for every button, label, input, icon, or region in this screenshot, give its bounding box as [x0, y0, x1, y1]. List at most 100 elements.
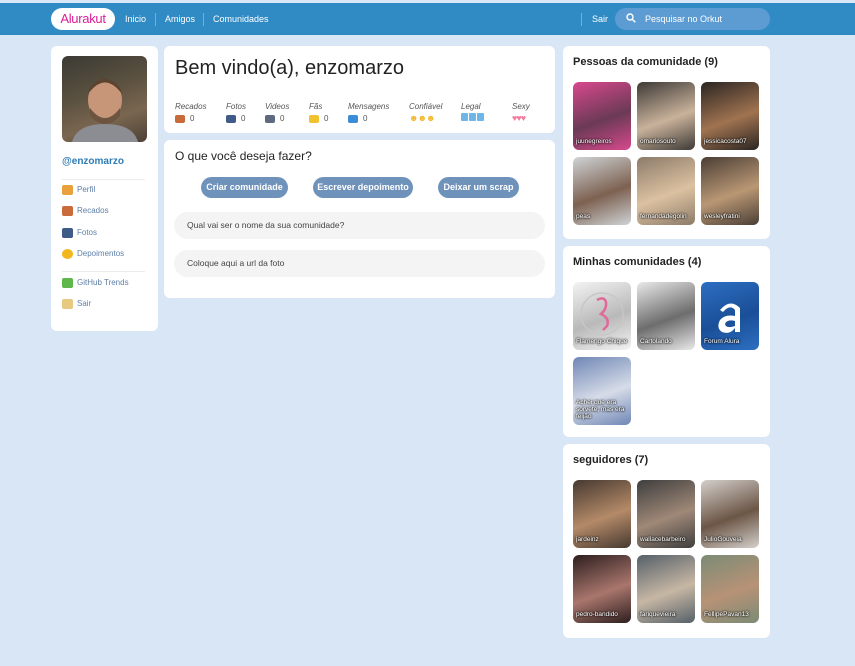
welcome-box: Bem vindo(a), enzomarzo Recados 0 Fotos …	[164, 46, 555, 133]
photo-url-input[interactable]: Coloque aqui a url da foto	[174, 250, 545, 277]
sidebar-item-label: Fotos	[77, 228, 98, 237]
nav-amigos-link[interactable]: Amigos	[165, 3, 195, 35]
sidebar-item-label: Perfil	[77, 185, 96, 194]
person-name: omariosouto	[640, 138, 676, 145]
person-name: jessicacosta07	[704, 138, 747, 145]
follower-card[interactable]: FellipePavan13	[701, 555, 759, 623]
people-title: Pessoas da comunidade (9)	[573, 56, 718, 68]
community-name: Flamengo Chique	[576, 338, 628, 345]
heart-icon: ♥♥♥	[512, 113, 526, 123]
search-icon	[626, 13, 636, 23]
sidebar-item-depoimentos[interactable]: Depoimentos	[62, 247, 124, 261]
cube-icon	[461, 113, 485, 124]
criar-comunidade-button[interactable]: Criar comunidade	[201, 177, 288, 198]
stat-value: 0	[363, 114, 368, 123]
stat-value: 0	[324, 114, 329, 123]
nav-divider	[155, 13, 156, 26]
profile-avatar[interactable]	[62, 56, 147, 142]
follower-name: FellipePavan13	[704, 611, 749, 618]
search-input[interactable]: Pesquisar no Orkut	[615, 8, 770, 30]
person-card[interactable]: jessicacosta07	[701, 82, 759, 150]
alurakut-logo[interactable]: Alurakut	[51, 8, 115, 30]
follower-card[interactable]: JulioGouveia	[701, 480, 759, 548]
sidebar-item-label: Sair	[77, 299, 92, 308]
mail-icon	[348, 114, 358, 123]
profile-username-link[interactable]: @enzomarzo	[62, 156, 124, 167]
follower-name: jardeinz	[576, 536, 599, 543]
person-card[interactable]: fernandadegolin	[637, 157, 695, 225]
sidebar-item-label: GitHub Trends	[77, 278, 129, 287]
stat-recados: Recados 0	[175, 102, 207, 124]
follower-name: fariquevieira	[640, 611, 676, 618]
person-name: wesleyfratini	[704, 213, 740, 220]
stat-sexy: Sexy ♥♥♥	[512, 102, 530, 124]
stat-label: Videos	[265, 102, 290, 111]
divider	[62, 271, 145, 272]
camera-icon	[62, 227, 73, 238]
nav-divider	[203, 13, 204, 26]
sun-icon	[62, 248, 73, 259]
logout-icon	[62, 298, 73, 309]
community-name: Achei que era sorvete, mas era feijão	[576, 399, 625, 420]
stat-mensagens: Mensagens 0	[348, 102, 389, 124]
action-title: O que você deseja fazer?	[175, 149, 312, 163]
person-name: fernandadegolin	[640, 213, 687, 220]
stat-value: 0	[190, 114, 195, 123]
video-icon	[265, 114, 275, 123]
book-icon	[62, 205, 73, 216]
follower-card[interactable]: pedro-bandido	[573, 555, 631, 623]
sidebar-item-recados[interactable]: Recados	[62, 204, 109, 218]
followers-box: seguidores (7) jardeinz wallacebarbeiro …	[563, 444, 770, 638]
sidebar-item-github-trends[interactable]: GitHub Trends	[62, 276, 129, 290]
sidebar-item-fotos[interactable]: Fotos	[62, 226, 97, 240]
sidebar-item-label: Depoimentos	[77, 249, 125, 258]
stat-label: Fãs	[309, 102, 323, 111]
stat-label: Recados	[175, 102, 207, 111]
top-navbar: Alurakut Inicio Amigos Comunidades Sair …	[0, 3, 855, 35]
community-name: Forum Alura	[704, 338, 740, 345]
escrever-depoimento-button[interactable]: Escrever depoimento	[313, 177, 413, 198]
avatar-photo	[72, 78, 138, 142]
stat-label: Fotos	[226, 102, 247, 111]
community-card[interactable]: Flamengo Chique	[573, 282, 631, 350]
create-action-box: O que você deseja fazer? Criar comunidad…	[164, 140, 555, 298]
logout-link[interactable]: Sair	[592, 3, 608, 35]
camera-icon	[226, 114, 236, 123]
nav-inicio-link[interactable]: Inicio	[125, 3, 146, 35]
nav-comunidades-link[interactable]: Comunidades	[213, 3, 269, 35]
person-card[interactable]: wesleyfratini	[701, 157, 759, 225]
star-icon	[309, 114, 319, 123]
community-name-input[interactable]: Qual vai ser o nome da sua comunidade?	[174, 212, 545, 239]
person-name: juunegreiros	[576, 138, 612, 145]
profile-sidebar: @enzomarzo Perfil Recados Fotos Depoimen…	[51, 46, 158, 331]
follower-name: wallacebarbeiro	[640, 536, 686, 543]
sidebar-item-perfil[interactable]: Perfil	[62, 183, 95, 197]
welcome-title: Bem vindo(a), enzomarzo	[175, 57, 404, 79]
stat-value: 0	[280, 114, 285, 123]
community-card[interactable]: Forum Alura	[701, 282, 759, 350]
stat-videos: Videos 0	[265, 102, 289, 124]
person-name: peas	[576, 213, 591, 220]
follower-card[interactable]: jardeinz	[573, 480, 631, 548]
person-card[interactable]: juunegreiros	[573, 82, 631, 150]
stat-label: Confiável	[409, 102, 443, 111]
person-card[interactable]: peas	[573, 157, 631, 225]
follower-card[interactable]: fariquevieira	[637, 555, 695, 623]
followers-title: seguidores (7)	[573, 454, 649, 466]
user-icon	[62, 184, 73, 195]
follower-card[interactable]: wallacebarbeiro	[637, 480, 695, 548]
sidebar-item-sair[interactable]: Sair	[62, 297, 91, 311]
book-icon	[175, 114, 185, 123]
communities-title: Minhas comunidades (4)	[573, 256, 702, 268]
community-card[interactable]: Achei que era sorvete, mas era feijão	[573, 357, 631, 425]
stat-value: 0	[241, 114, 246, 123]
community-name: Cartolando	[640, 338, 672, 345]
stat-fotos: Fotos 0	[226, 102, 246, 124]
stat-label: Sexy	[512, 102, 530, 111]
deixar-scrap-button[interactable]: Deixar um scrap	[438, 177, 519, 198]
person-card[interactable]: omariosouto	[637, 82, 695, 150]
plus-icon	[62, 277, 73, 288]
search-placeholder: Pesquisar no Orkut	[645, 14, 723, 24]
community-card[interactable]: Cartolando	[637, 282, 695, 350]
smiley-icon: ☻☻☻	[409, 113, 435, 123]
